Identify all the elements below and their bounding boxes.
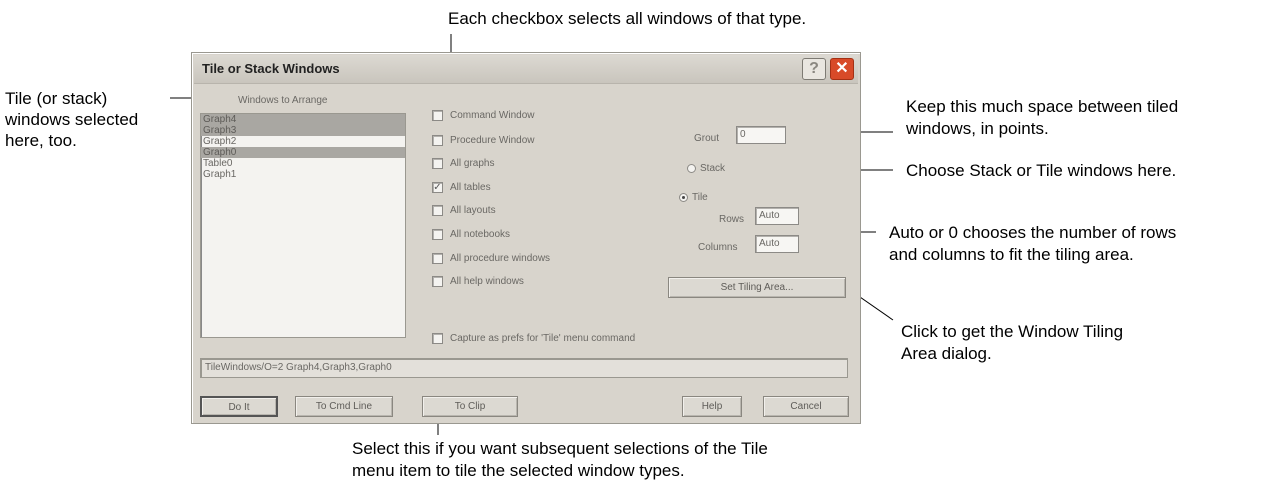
window-type-checkbox[interactable]: All graphs: [432, 158, 494, 172]
command-line-preview: TileWindows/O=2 Graph4,Graph3,Graph0: [200, 358, 848, 378]
windows-to-arrange-label: Windows to Arrange: [238, 95, 328, 106]
callout-tile-selected-1: Tile (or stack): [5, 89, 108, 108]
checkbox-label: All help windows: [450, 276, 524, 288]
tile-radio[interactable]: Tile: [679, 192, 708, 203]
window-listbox[interactable]: Graph4 Graph3 Graph2 Graph0 Table0 Graph1: [200, 113, 406, 338]
callout-tiling-area-1: Click to get the Window Tiling: [901, 322, 1124, 341]
window-type-checkbox[interactable]: All layouts: [432, 205, 496, 219]
tile-stack-dialog: Tile or Stack Windows ? ✕ Windows to Arr…: [191, 52, 861, 424]
callout-tile-selected-2: windows selected: [5, 110, 139, 129]
callout-auto-1: Auto or 0 chooses the number of rows: [889, 223, 1177, 242]
checkbox-label: All graphs: [450, 158, 495, 170]
capture-prefs-box[interactable]: [432, 333, 443, 344]
set-tiling-area-button[interactable]: Set Tiling Area...: [668, 277, 846, 298]
do-it-button[interactable]: Do It: [200, 396, 278, 417]
window-list-item[interactable]: Graph0: [201, 147, 405, 158]
rows-label: Rows: [719, 214, 745, 225]
checkbox-box[interactable]: [432, 110, 443, 121]
checkbox-label: All tables: [450, 182, 491, 194]
window-list-item[interactable]: Graph4: [201, 114, 405, 125]
capture-prefs-label: Capture as prefs for 'Tile' menu command: [450, 333, 636, 345]
window-type-checkbox[interactable]: All help windows: [432, 276, 524, 290]
dialog-titlebar[interactable]: Tile or Stack Windows ? ✕: [194, 55, 858, 84]
checkbox-label: All layouts: [450, 205, 496, 217]
stack-radio-button[interactable]: [687, 163, 696, 173]
grout-label: Grout: [694, 133, 720, 144]
tile-radio-button[interactable]: [679, 192, 688, 202]
callout-grout-2: windows, in points.: [906, 119, 1049, 138]
columns-label: Columns: [698, 242, 738, 253]
callout-auto-2: and columns to fit the tiling area.: [889, 245, 1134, 264]
to-clip-button[interactable]: To Clip: [422, 396, 518, 417]
checkbox-label: All notebooks: [450, 229, 511, 241]
checkbox-box[interactable]: [432, 229, 443, 240]
checkbox-box[interactable]: [432, 135, 443, 146]
cancel-button[interactable]: Cancel: [763, 396, 849, 417]
checkbox-box[interactable]: ✓: [432, 182, 443, 193]
window-list-item[interactable]: Graph1: [201, 169, 405, 180]
callout-capture-1: Select this if you want subsequent selec…: [352, 439, 768, 458]
window-type-checkbox[interactable]: All procedure windows: [432, 253, 550, 267]
dialog-title: Tile or Stack Windows: [202, 61, 340, 76]
checkbox-box[interactable]: [432, 253, 443, 264]
checkbox-box[interactable]: [432, 205, 443, 216]
to-cmd-line-button[interactable]: To Cmd Line: [295, 396, 393, 417]
help-icon[interactable]: ?: [802, 58, 826, 80]
window-list-item[interactable]: Table0: [201, 158, 405, 169]
close-icon[interactable]: ✕: [830, 58, 854, 80]
window-type-checkbox[interactable]: Procedure Window: [432, 135, 534, 149]
capture-prefs-checkbox[interactable]: Capture as prefs for 'Tile' menu command: [432, 333, 635, 347]
window-type-checkbox[interactable]: All notebooks: [432, 229, 510, 243]
stack-radio-label: Stack: [700, 163, 726, 174]
columns-input[interactable]: Auto: [755, 235, 799, 253]
checkbox-label: All procedure windows: [450, 253, 551, 265]
callout-capture-2: menu item to tile the selected window ty…: [352, 461, 685, 480]
checkbox-box[interactable]: [432, 276, 443, 287]
callout-stack-tile: Choose Stack or Tile windows here.: [906, 161, 1177, 180]
grout-input[interactable]: 0: [736, 126, 786, 144]
tile-radio-label: Tile: [692, 192, 708, 203]
callout-checkbox-types: Each checkbox selects all windows of tha…: [448, 9, 807, 28]
help-button[interactable]: Help: [682, 396, 742, 417]
window-type-checkbox[interactable]: ✓ All tables: [432, 182, 491, 196]
rows-input[interactable]: Auto: [755, 207, 799, 225]
stack-radio[interactable]: Stack: [687, 163, 725, 174]
window-type-checkbox[interactable]: Command Window: [432, 110, 534, 124]
callout-tiling-area-2: Area dialog.: [901, 344, 992, 363]
window-list-item[interactable]: Graph2: [201, 136, 405, 147]
callout-tile-selected-3: here, too.: [5, 131, 77, 150]
checkbox-label: Procedure Window: [450, 135, 535, 147]
callout-grout-1: Keep this much space between tiled: [906, 97, 1179, 116]
checkbox-box[interactable]: [432, 158, 443, 169]
window-list-item[interactable]: Graph3: [201, 125, 405, 136]
checkbox-label: Command Window: [450, 110, 535, 122]
